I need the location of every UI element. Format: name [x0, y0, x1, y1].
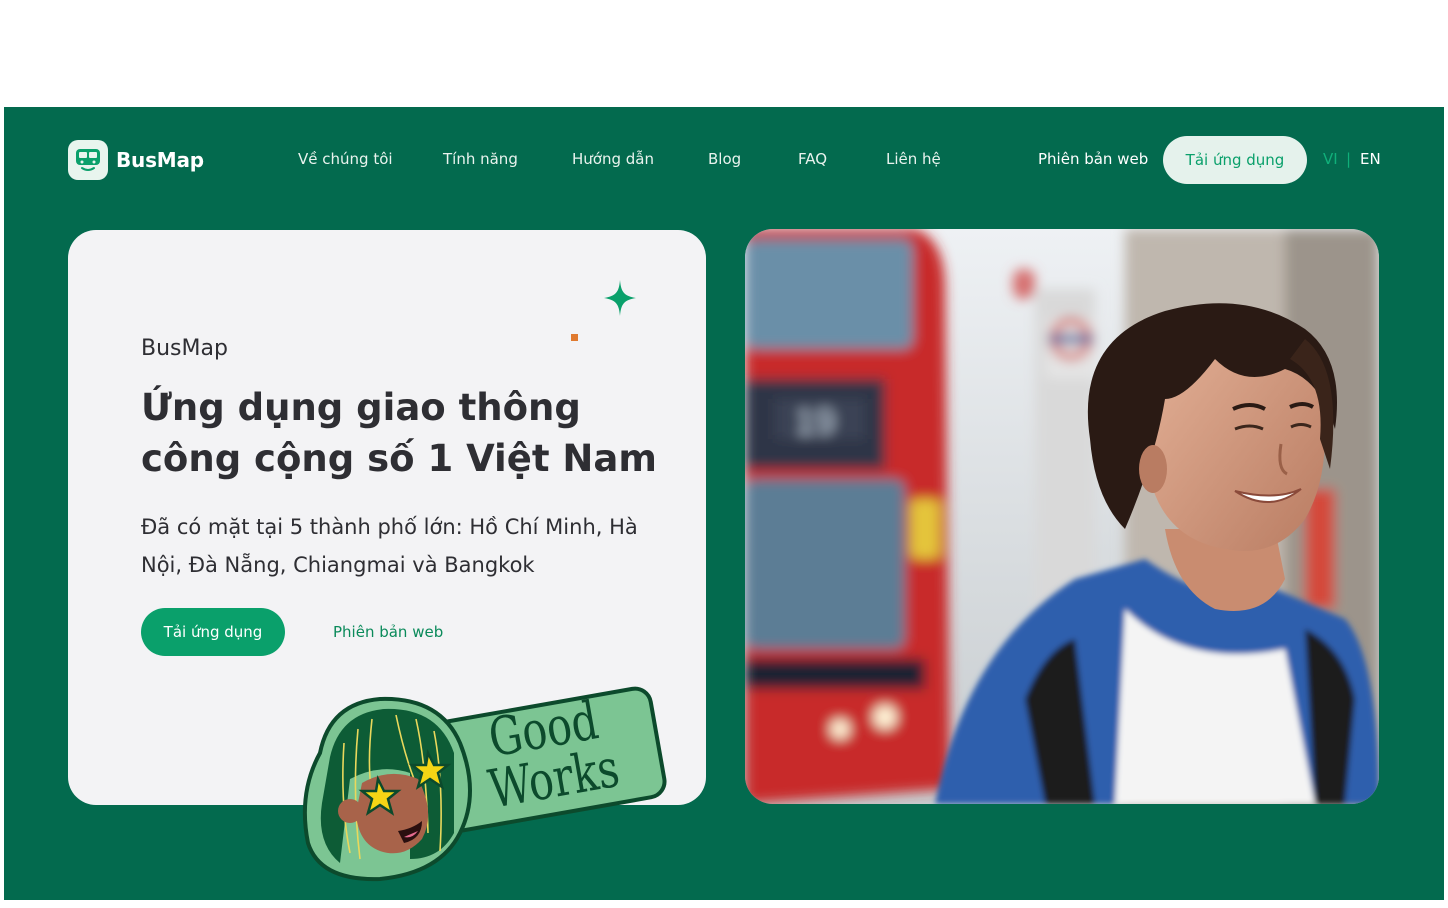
nav-link-guide[interactable]: Hướng dẫn	[572, 150, 654, 168]
hero-subtext: Đã có mặt tại 5 thành phố lớn: Hồ Chí Mi…	[141, 515, 638, 577]
nav-link-faq[interactable]: FAQ	[798, 150, 827, 168]
nav-download-button[interactable]: Tải ứng dụng	[1163, 136, 1307, 184]
brand-name: BusMap	[116, 148, 204, 172]
page-frame: BusMap Về chúng tôi Tính năng Hướng dẫn …	[4, 107, 1444, 900]
decorative-dot	[571, 334, 578, 341]
top-navigation: BusMap Về chúng tôi Tính năng Hướng dẫn …	[4, 107, 1444, 212]
nav-link-features[interactable]: Tính năng	[443, 150, 518, 168]
svg-text:19: 19	[795, 401, 835, 442]
nav-link-blog[interactable]: Blog	[708, 150, 741, 168]
sparkle-icon	[604, 280, 636, 316]
good-works-sticker: Good Works	[302, 686, 667, 882]
hero-headline: Ứng dụng giao thông công cộng số 1 Việt …	[141, 386, 657, 480]
nav-web-version-link[interactable]: Phiên bản web	[1038, 150, 1148, 168]
nav-link-about[interactable]: Về chúng tôi	[298, 150, 393, 168]
hero-eyebrow: BusMap	[141, 336, 228, 361]
lang-en-toggle[interactable]: EN	[1360, 150, 1381, 168]
brand-logo[interactable]: BusMap	[68, 140, 204, 180]
nav-link-contact[interactable]: Liên hệ	[886, 150, 941, 168]
hero-download-button[interactable]: Tải ứng dụng	[141, 608, 285, 656]
hero-photo: 19	[745, 229, 1379, 804]
lang-vi-toggle[interactable]: VI	[1323, 150, 1338, 168]
hero-web-version-link[interactable]: Phiên bản web	[333, 623, 443, 641]
lang-separator: |	[1346, 150, 1352, 168]
bus-icon	[68, 140, 108, 180]
